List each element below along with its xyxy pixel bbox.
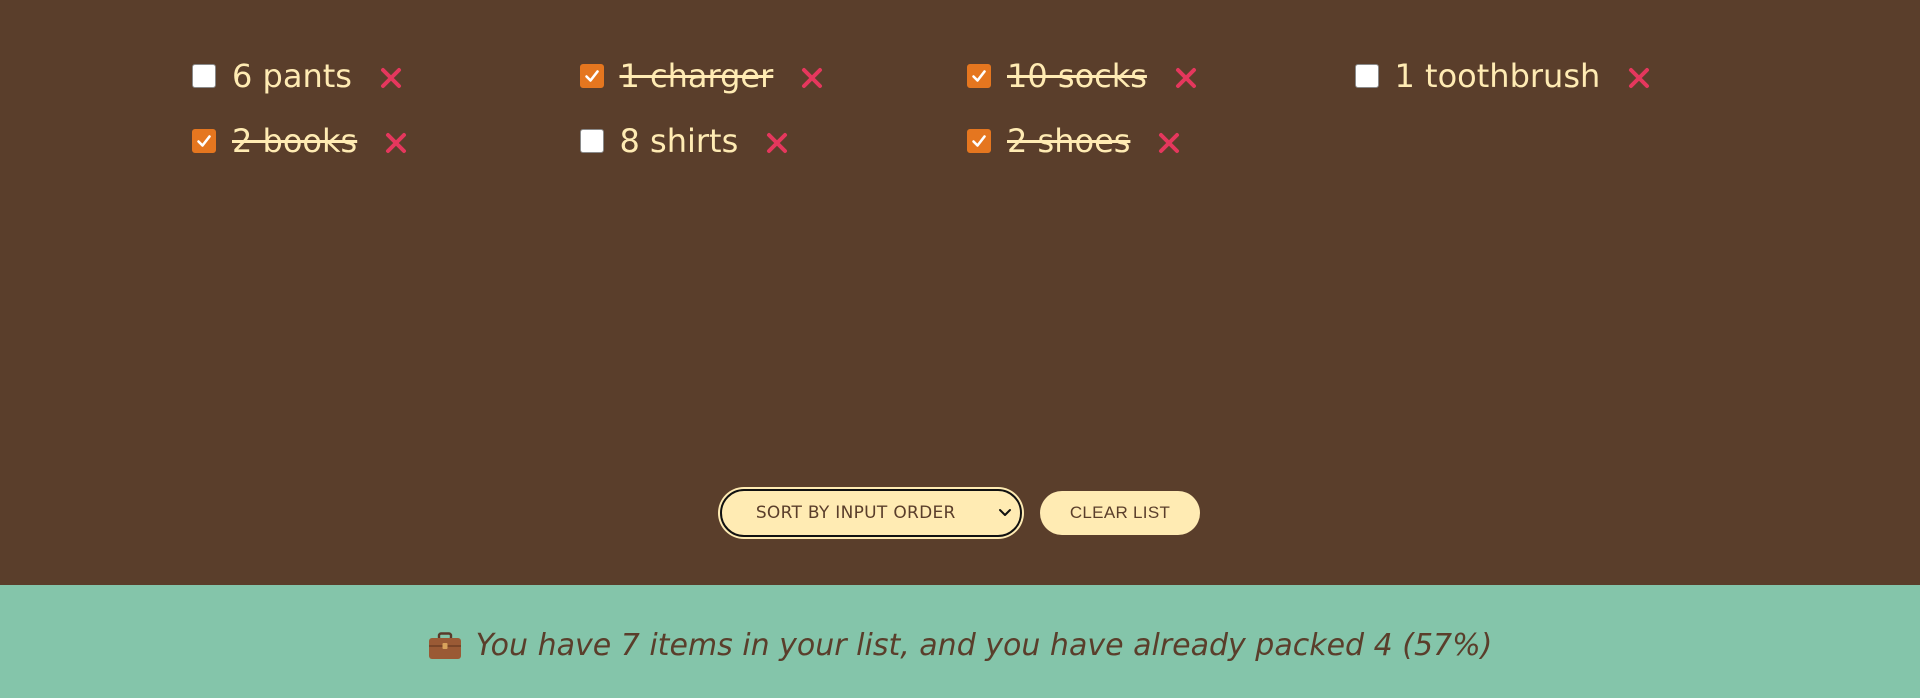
list-item: 2 books (192, 115, 580, 166)
item-label: 1 charger (619, 56, 774, 95)
stats: You have 7 items in your list, and you h… (428, 628, 1493, 663)
delete-item-button[interactable] (1626, 65, 1652, 91)
app: 6 pants 1 charger 10 socks 1 toothbrush 2 bo… (0, 0, 1920, 698)
packed-checkbox[interactable] (967, 63, 991, 88)
packed-checkbox[interactable] (1354, 63, 1379, 88)
item-label: 2 shoes (1007, 121, 1131, 160)
packed-checkbox[interactable] (579, 128, 604, 153)
packed-checkbox[interactable] (192, 128, 216, 153)
close-icon (1159, 132, 1180, 153)
list-item: 1 charger (579, 50, 968, 101)
clear-list-button[interactable]: CLEAR LIST (1039, 491, 1201, 535)
packed-checkbox[interactable] (967, 128, 991, 153)
sort-select-value: SORT BY INPUT ORDER (755, 503, 956, 523)
close-icon (1629, 67, 1650, 88)
list-actions: SORT BY INPUT ORDER CLEAR LIST (0, 489, 1920, 537)
list-item: 8 shirts (579, 115, 968, 166)
checkmark-icon (972, 134, 986, 147)
item-label: 8 shirts (619, 121, 739, 160)
list-item: 2 shoes (967, 115, 1355, 166)
item-label: 1 toothbrush (1394, 56, 1601, 95)
chevron-down-icon (998, 504, 1012, 523)
delete-item-button[interactable] (383, 130, 409, 156)
delete-item-button[interactable] (764, 130, 790, 156)
close-icon (386, 132, 407, 153)
list-item: 6 pants (192, 50, 580, 101)
delete-item-button[interactable] (378, 65, 404, 91)
item-label: 6 pants (232, 56, 352, 95)
close-icon (767, 132, 788, 153)
briefcase-icon (428, 631, 462, 661)
item-label: 2 books (232, 121, 358, 160)
sort-select[interactable]: SORT BY INPUT ORDER (719, 489, 1022, 537)
checkmark-icon (972, 69, 986, 82)
stats-footer: You have 7 items in your list, and you h… (0, 585, 1920, 698)
close-icon (802, 67, 823, 88)
delete-item-button[interactable] (799, 65, 825, 91)
list-item: 10 socks (967, 50, 1355, 101)
item-label: 10 socks (1007, 56, 1147, 95)
packed-checkbox[interactable] (192, 63, 216, 88)
checkmark-icon (584, 69, 599, 82)
close-icon (1175, 67, 1196, 88)
delete-item-button[interactable] (1156, 130, 1182, 156)
close-icon (380, 67, 401, 88)
item-list: 6 pants 1 charger 10 socks 1 toothbrush 2 bo… (192, 50, 1740, 166)
list-item: 1 toothbrush (1354, 50, 1743, 101)
stats-text: You have 7 items in your list, and you h… (475, 628, 1493, 663)
packed-checkbox[interactable] (579, 63, 604, 88)
delete-item-button[interactable] (1173, 65, 1199, 91)
packing-list: 6 pants 1 charger 10 socks 1 toothbrush 2 bo… (0, 0, 1920, 585)
checkmark-icon (197, 134, 211, 147)
